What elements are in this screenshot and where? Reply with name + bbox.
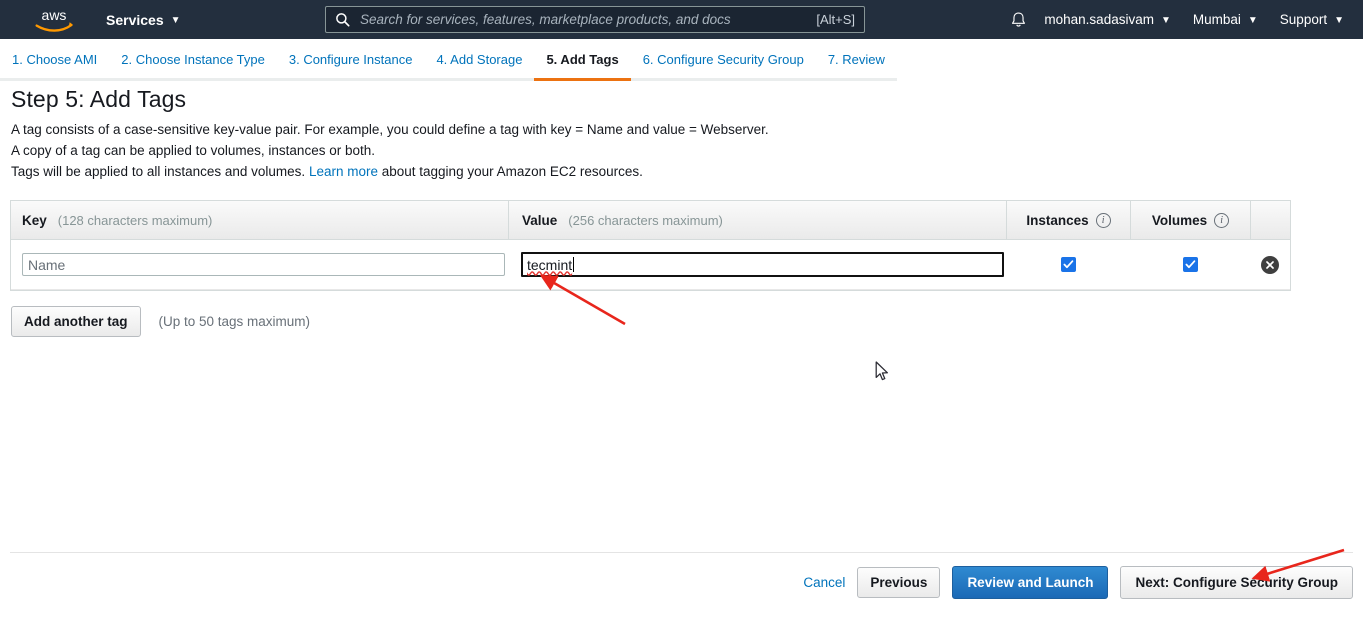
account-menu-button[interactable]: mohan.sadasivam ▼ xyxy=(1033,0,1181,39)
volumes-column-label: Volumes xyxy=(1151,212,1208,228)
column-header-volumes: Volumes i xyxy=(1130,200,1250,240)
services-menu-label: Services xyxy=(106,11,164,28)
column-header-remove xyxy=(1250,200,1290,240)
table-row: tecmint xyxy=(11,240,1290,290)
text-caret xyxy=(573,256,575,272)
close-icon xyxy=(1266,260,1274,269)
chevron-down-icon: ▼ xyxy=(1160,14,1171,26)
tab-label: 5. Add Tags xyxy=(546,52,619,67)
tab-label: 2. Choose Instance Type xyxy=(121,52,265,67)
add-tag-hint: (Up to 50 tags maximum) xyxy=(158,314,311,329)
column-header-value: Value (256 characters maximum) xyxy=(508,200,1006,240)
region-menu-button[interactable]: Mumbai ▼ xyxy=(1182,0,1269,39)
wizard-step-tabs: 1. Choose AMI 2. Choose Instance Type 3.… xyxy=(0,39,1363,81)
services-menu-button[interactable]: Services ▼ xyxy=(100,0,187,39)
instances-column-label: Instances xyxy=(1026,212,1089,228)
column-header-instances: Instances i xyxy=(1006,200,1130,240)
tab-label: 1. Choose AMI xyxy=(12,52,98,67)
learn-more-link[interactable]: Learn more xyxy=(309,164,378,179)
cell-value: tecmint xyxy=(508,252,1006,277)
chevron-down-icon: ▼ xyxy=(1334,14,1344,26)
add-tag-row: Add another tag (Up to 50 tags maximum) xyxy=(11,306,310,337)
next-configure-security-group-button[interactable]: Next: Configure Security Group xyxy=(1120,566,1353,599)
bell-icon xyxy=(1011,12,1025,27)
tab-add-storage[interactable]: 4. Add Storage xyxy=(424,39,535,81)
key-column-label: Key xyxy=(22,212,47,228)
tab-label: 3. Configure Instance xyxy=(288,52,413,67)
search-input[interactable] xyxy=(360,12,809,27)
key-column-hint: (128 characters maximum) xyxy=(57,212,213,228)
value-column-label: Value xyxy=(522,212,558,228)
review-and-launch-button[interactable]: Review and Launch xyxy=(952,566,1109,599)
aws-top-navigation: aws Services ▼ [Alt+S] moha xyxy=(0,0,1363,39)
svg-text:aws: aws xyxy=(42,7,67,23)
tab-choose-instance-type[interactable]: 2. Choose Instance Type xyxy=(109,39,277,81)
value-input-text: tecmint xyxy=(527,256,575,273)
add-another-tag-button[interactable]: Add another tag xyxy=(11,306,141,337)
key-input[interactable] xyxy=(22,253,505,276)
cancel-link[interactable]: Cancel xyxy=(803,575,845,590)
page-title: Step 5: Add Tags xyxy=(11,86,187,112)
support-menu-button[interactable]: Support ▼ xyxy=(1269,0,1355,39)
page-description-line-1: A tag consists of a case-sensitive key-v… xyxy=(11,122,769,137)
aws-logo[interactable]: aws xyxy=(28,6,80,34)
description-text-post: about tagging your Amazon EC2 resources. xyxy=(381,164,643,179)
browser-page: aws Services ▼ [Alt+S] moha xyxy=(0,0,1363,617)
account-menu-label: mohan.sadasivam xyxy=(1044,12,1154,27)
info-icon[interactable]: i xyxy=(1095,212,1111,228)
page-description-line-3: Tags will be applied to all instances an… xyxy=(11,161,1363,182)
info-icon[interactable]: i xyxy=(1214,212,1230,228)
tab-review[interactable]: 7. Review xyxy=(815,39,897,81)
checkmark-icon xyxy=(1063,260,1073,269)
cell-key xyxy=(11,253,508,276)
volumes-checkbox[interactable] xyxy=(1182,257,1198,272)
tags-table: Key (128 characters maximum) Value (256 … xyxy=(10,200,1291,291)
tags-table-header-row: Key (128 characters maximum) Value (256 … xyxy=(11,200,1290,240)
region-menu-label: Mumbai xyxy=(1192,12,1241,27)
cell-remove xyxy=(1250,255,1290,274)
global-search-box[interactable]: [Alt+S] xyxy=(325,6,865,33)
cell-instances xyxy=(1006,257,1130,272)
notifications-bell-button[interactable] xyxy=(1003,0,1033,39)
page-content: Step 5: Add Tags A tag consists of a cas… xyxy=(0,80,1363,182)
tab-configure-instance[interactable]: 3. Configure Instance xyxy=(276,39,425,81)
value-input[interactable]: tecmint xyxy=(521,252,1004,277)
support-menu-label: Support xyxy=(1279,12,1328,27)
tab-choose-ami[interactable]: 1. Choose AMI xyxy=(0,39,110,81)
tab-label: 7. Review xyxy=(827,52,885,67)
search-shortcut-hint: [Alt+S] xyxy=(816,12,855,27)
mouse-cursor xyxy=(875,361,889,381)
column-header-key: Key (128 characters maximum) xyxy=(11,213,508,228)
footer-divider xyxy=(10,552,1353,553)
chevron-down-icon: ▼ xyxy=(170,14,181,26)
tab-add-tags[interactable]: 5. Add Tags xyxy=(534,39,631,81)
value-input-misspelled-text: tecmint xyxy=(527,256,573,273)
tab-configure-security-group[interactable]: 6. Configure Security Group xyxy=(630,39,816,81)
top-nav-right-group: mohan.sadasivam ▼ Mumbai ▼ Support ▼ xyxy=(1003,0,1355,39)
page-description-line-2: A copy of a tag can be applied to volume… xyxy=(11,143,375,158)
description-text-pre: Tags will be applied to all instances an… xyxy=(11,164,306,179)
chevron-down-icon: ▼ xyxy=(1247,14,1258,26)
tab-label: 4. Add Storage xyxy=(436,52,523,67)
wizard-footer-actions: Cancel Previous Review and Launch Next: … xyxy=(803,566,1353,599)
remove-tag-button[interactable] xyxy=(1261,255,1279,274)
tab-label: 6. Configure Security Group xyxy=(642,52,804,67)
instances-checkbox[interactable] xyxy=(1060,257,1076,272)
checkmark-icon xyxy=(1185,260,1195,269)
previous-button[interactable]: Previous xyxy=(857,567,941,598)
search-icon xyxy=(336,13,350,27)
value-column-hint: (256 characters maximum) xyxy=(568,212,723,228)
cell-volumes xyxy=(1130,257,1250,272)
